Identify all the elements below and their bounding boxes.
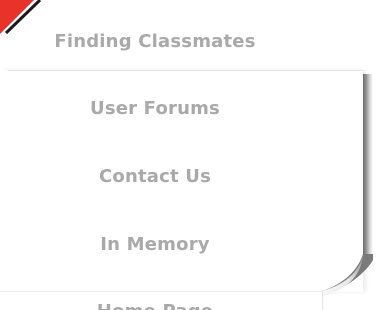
menu-item-home-page[interactable]: Home Page [0,301,310,310]
menu-item-user-forums[interactable]: User Forums [0,98,310,119]
menu-item-finding-classmates[interactable]: Finding Classmates [0,31,310,52]
menu-screen: Finding Classmates User Forums Contact U… [0,0,383,310]
page-curl-icon [318,254,373,310]
menu-item-contact-us[interactable]: Contact Us [0,166,310,187]
menu-item-in-memory[interactable]: In Memory [0,234,310,255]
panel-divider [8,70,363,71]
panel-shadow [363,74,373,254]
